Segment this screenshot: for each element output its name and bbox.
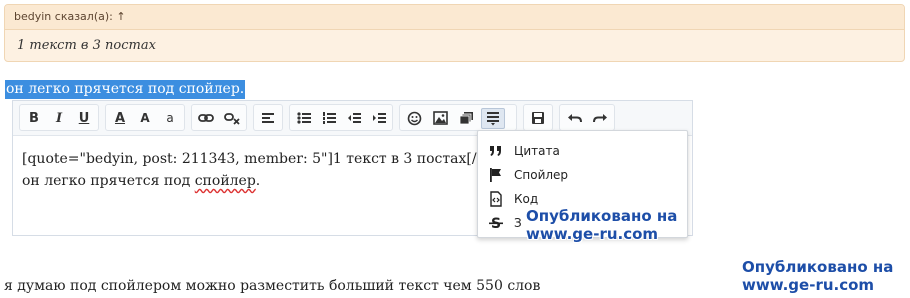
watermark-line-1: Опубликовано на — [742, 258, 894, 276]
quote-text: 1 текст в 3 постах — [17, 38, 156, 53]
italic-button[interactable]: I — [48, 109, 70, 128]
bold-button[interactable]: B — [23, 109, 45, 128]
image-icon[interactable] — [429, 109, 451, 128]
menu-item-spoiler[interactable]: Спойлер — [478, 163, 687, 187]
post-text: я думаю под спойлером можно разместить б… — [4, 278, 541, 294]
quote-header: bedyin сказал(а): ↑ — [5, 5, 904, 30]
menu-item-label: Код — [514, 192, 539, 206]
selected-text: он легко прячется под спойлер. — [5, 80, 246, 99]
redo-icon[interactable] — [589, 109, 611, 128]
watermark-line-2: www.ge-ru.com — [526, 225, 659, 243]
smilie-icon[interactable] — [403, 109, 425, 128]
insert-block-icon[interactable] — [481, 108, 505, 129]
quote-icon — [488, 143, 504, 159]
history-group — [559, 104, 615, 131]
editor-content[interactable]: [quote="bedyin, post: 211343, member: 5"… — [22, 148, 509, 192]
flag-icon — [488, 167, 504, 183]
editor-line-2: он легко прячется под спойлер. — [22, 173, 261, 189]
link-group — [191, 104, 247, 131]
outdent-icon[interactable] — [343, 109, 365, 128]
code-icon — [488, 191, 504, 207]
quote-block: bedyin сказал(а): ↑ 1 текст в 3 постах — [4, 4, 905, 62]
watermark-overlay: Опубликовано на www.ge-ru.com — [742, 258, 893, 294]
format-group: B I U — [19, 104, 99, 131]
link-icon[interactable] — [195, 109, 217, 128]
quote-author-link[interactable]: bedyin сказал(а): ↑ — [14, 10, 126, 23]
menu-item-label: З — [514, 216, 522, 230]
align-left-icon[interactable] — [257, 109, 279, 128]
watermark-line-2: www.ge-ru.com — [742, 276, 875, 294]
strikethrough-icon: S — [488, 215, 504, 232]
save-draft-icon[interactable] — [527, 109, 549, 128]
font-group: A A a — [105, 104, 185, 131]
watermark-overlay: Опубликовано на www.ge-ru.com — [526, 207, 677, 243]
menu-item-quote[interactable]: Цитата — [478, 139, 687, 163]
editor-line-1: [quote="bedyin, post: 211343, member: 5"… — [22, 151, 509, 167]
align-group — [253, 104, 283, 131]
text-color-button[interactable]: A — [109, 109, 131, 128]
numbered-list-icon[interactable] — [318, 109, 340, 128]
watermark-line-1: Опубликовано на — [526, 207, 678, 225]
indent-icon[interactable] — [368, 109, 390, 128]
bullet-list-icon[interactable] — [293, 109, 315, 128]
undo-icon[interactable] — [563, 109, 585, 128]
misspelled-word: спойлер — [194, 173, 256, 189]
unlink-icon[interactable] — [221, 109, 243, 128]
menu-item-label: Спойлер — [514, 168, 569, 182]
menu-item-label: Цитата — [514, 144, 560, 158]
font-family-button[interactable]: a — [159, 109, 181, 128]
underline-button[interactable]: U — [73, 109, 95, 128]
insert-group — [399, 104, 517, 131]
media-icon[interactable] — [455, 109, 477, 128]
font-size-button[interactable]: A — [134, 109, 156, 128]
draft-group — [523, 104, 553, 131]
list-group — [289, 104, 393, 131]
